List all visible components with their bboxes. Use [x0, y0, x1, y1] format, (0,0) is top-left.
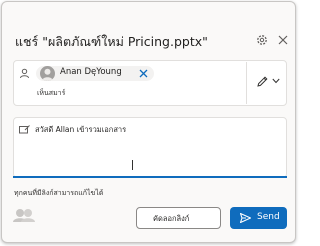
avatar	[40, 66, 55, 81]
pencil-icon[interactable]	[256, 75, 269, 88]
send-label: Send	[257, 212, 280, 222]
remove-recipient-icon[interactable]	[139, 69, 148, 78]
dialog-title: แชร์ "ผลิตภัณฑ์ใหม่ Pricing.pptx"	[15, 34, 208, 49]
copy-link-label: คัดลอกลิงก์	[153, 214, 190, 223]
text-cursor	[94, 74, 95, 76]
send-icon	[240, 213, 251, 223]
gear-icon[interactable]	[255, 33, 269, 47]
link-settings-link[interactable]: ทุกคนที่มีลิงก์สามารถแก้ไขได้	[14, 188, 103, 199]
recipients-field[interactable]: Anan DeYoung เห็นสมาร์	[13, 60, 287, 106]
close-icon[interactable]	[276, 33, 290, 47]
focus-underline	[13, 176, 287, 178]
copy-link-button[interactable]: คัดลอกลิงก์	[136, 207, 221, 229]
message-icon	[19, 125, 30, 134]
message-field[interactable]: สวัสดี Allan เข้ารวมเอกสาร	[13, 117, 287, 178]
message-text: สวัสดี Allan เข้ารวมเอกสาร	[35, 125, 127, 134]
person-icon	[20, 68, 29, 79]
recipient-chip[interactable]: Anan DeYoung	[36, 66, 154, 81]
chevron-down-icon[interactable]	[272, 78, 280, 84]
permission-label: เห็นสมาร์	[37, 89, 66, 97]
share-dialog: แชร์ "ผลิตภัณฑ์ใหม่ Pricing.pptx" Anan D…	[1, 1, 296, 243]
text-cursor	[132, 160, 133, 170]
divider	[246, 62, 247, 104]
send-button[interactable]: Send	[230, 207, 287, 229]
recipient-name: Anan DeYoung	[60, 67, 122, 77]
people-icon	[13, 209, 35, 222]
